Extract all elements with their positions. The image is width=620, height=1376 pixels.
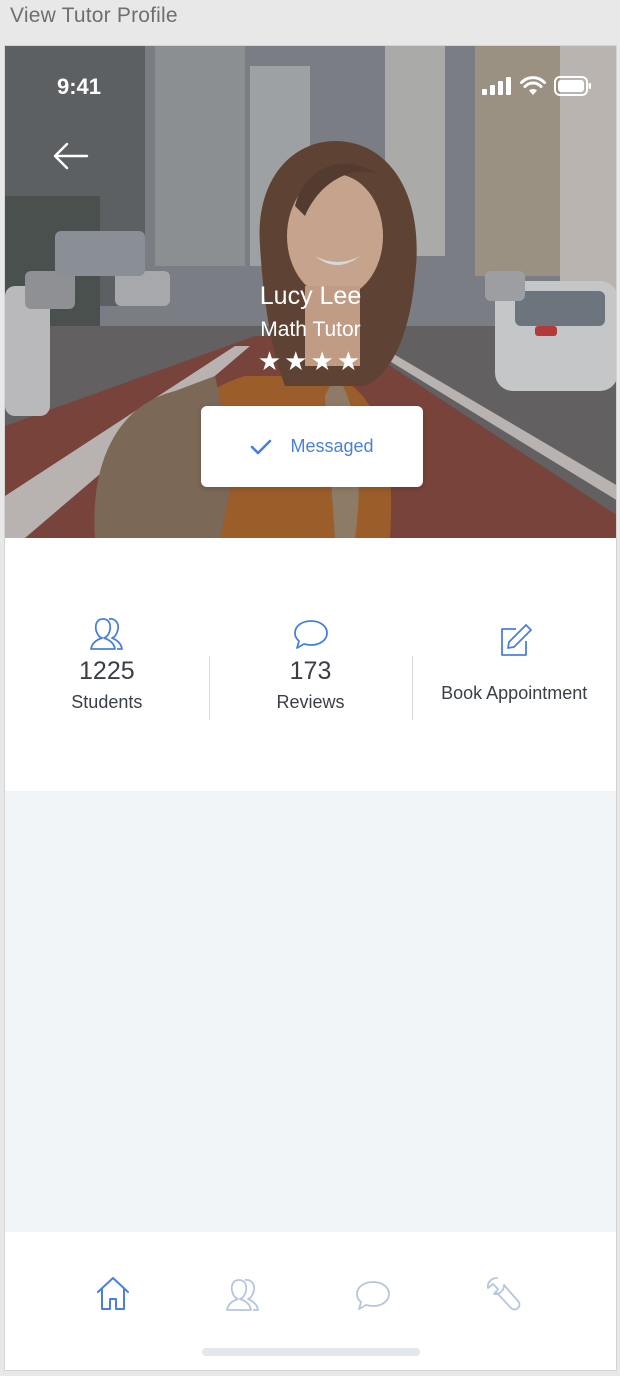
phone-screen: 9:41 Lucy Lee Math Tutor ★★★★ Messaged 1… [4, 45, 617, 1371]
signal-icon [482, 77, 511, 95]
rating-stars: ★★★★ [257, 346, 364, 376]
wifi-icon [520, 76, 546, 95]
edit-icon [501, 624, 533, 656]
home-icon[interactable] [93, 1274, 133, 1314]
window-title: View Tutor Profile [10, 4, 178, 27]
check-icon [251, 439, 272, 454]
status-time: 9:41 [57, 74, 102, 99]
tutor-name: Lucy Lee [259, 282, 362, 310]
users-icon[interactable] [223, 1274, 263, 1314]
tab-bar [5, 1232, 616, 1370]
content-area [5, 791, 616, 1232]
chat-icon[interactable] [353, 1274, 393, 1314]
reviews-icon [293, 620, 328, 649]
stat-reviews[interactable]: 173 Reviews [208, 601, 413, 731]
messaged-button[interactable]: Messaged [201, 406, 423, 487]
wrench-icon[interactable] [483, 1274, 523, 1314]
home-indicator [202, 1348, 420, 1356]
battery-icon [554, 76, 591, 96]
status-icons [482, 76, 592, 96]
students-count: 1225 [79, 657, 135, 685]
book-appointment-label: Book Appointment [441, 683, 588, 703]
reviews-count: 173 [289, 657, 332, 685]
students-icon [89, 617, 123, 650]
stat-students[interactable]: 1225 Students [5, 601, 209, 731]
messaged-label: Messaged [290, 436, 374, 456]
back-arrow-icon[interactable] [51, 138, 91, 174]
students-label: Students [71, 692, 143, 712]
profile-stats: 1225 Students 173 Reviews Book Appointme… [5, 601, 616, 731]
profile-hero: 9:41 Lucy Lee Math Tutor ★★★★ Messaged [5, 46, 616, 538]
tutor-subject: Math Tutor [260, 318, 361, 341]
reviews-label: Reviews [276, 692, 345, 712]
stat-book-appointment[interactable]: Book Appointment [412, 601, 616, 731]
